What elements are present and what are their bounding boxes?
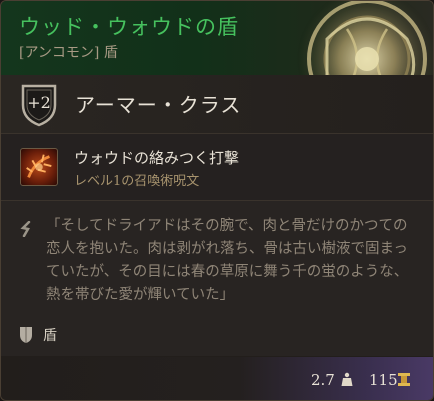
gold-icon xyxy=(398,373,410,386)
item-weight: 2.7 xyxy=(311,371,335,389)
item-name: ウッド・ウォウドの盾 xyxy=(19,15,239,39)
flavor-text: 「そしてドライアドはその腕で、肉と骨だけのかつての恋人を抱いた。肉は剥がれ落ち、… xyxy=(46,218,409,303)
flavor-block: 「そしてドライアドはその腕で、肉と骨だけのかつての恋人を抱いた。肉は剥がれ落ち、… xyxy=(1,201,433,356)
thorn-strike-icon xyxy=(20,148,58,186)
item-value: 115 xyxy=(369,371,398,389)
weight-icon xyxy=(341,372,353,386)
spell-row[interactable]: ウォウドの絡みつく打撃 レベル1の召喚術呪文 xyxy=(1,134,433,200)
armor-class-badge: +2 xyxy=(19,83,59,127)
shield-tag-icon xyxy=(20,327,32,343)
armor-class-row: +2 アーマー・クラス xyxy=(1,75,433,133)
tooltip-footer: 2.7 115 xyxy=(1,357,433,400)
spell-name: ウォウドの絡みつく打撃 xyxy=(74,149,240,167)
armor-class-label: アーマー・クラス xyxy=(75,93,242,117)
tooltip-header: ウッド・ウォウドの盾 [アンコモン] 盾 xyxy=(1,1,433,129)
item-tooltip: ウッド・ウォウドの盾 [アンコモン] 盾 +2 アーマー・クラス ウォウドの絡み… xyxy=(0,0,434,401)
item-rarity-type: [アンコモン] 盾 xyxy=(19,45,118,61)
spell-subtitle: レベル1の召喚術呪文 xyxy=(74,174,200,189)
item-tag-label: 盾 xyxy=(43,328,57,344)
quote-icon xyxy=(20,221,31,237)
armor-class-value: +2 xyxy=(27,93,51,112)
